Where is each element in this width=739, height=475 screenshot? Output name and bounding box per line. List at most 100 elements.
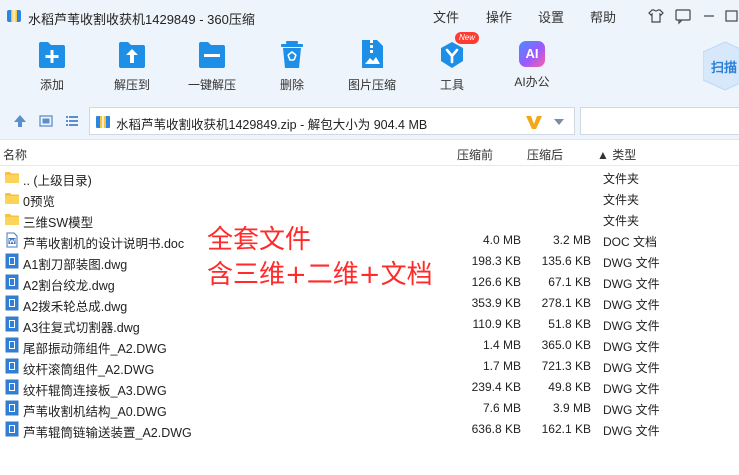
file-packed-size: 135.6 KB [541,254,591,268]
file-name: A1割刀部装图.dwg [23,258,128,272]
file-name: A3往复式切割器.dwg [23,321,140,335]
dwg-file-icon [5,274,19,290]
header-divider [0,165,739,166]
file-packed-size: 67.1 KB [548,275,591,289]
file-packed-size: 278.1 KB [541,296,591,310]
file-size: 239.4 KB [471,380,521,394]
ai-office-label: AI办公 [514,75,550,89]
file-type: 文件夹 [603,172,640,186]
file-row[interactable]: A3往复式切割器.dwg 110.9 KB 51.8 KB DWG 文件 [0,314,739,335]
main-toolbar: 添加 解压到 一键解压 删除 图片压缩 工具 New AI AI办公 扫描 [0,32,739,102]
file-row[interactable]: 纹杆滚筒组件_A2.DWG 1.7 MB 721.3 KB DWG 文件 [0,356,739,377]
file-row[interactable]: .. (上级目录) 文件夹 [0,167,739,188]
column-header-size[interactable]: 压缩前 [457,146,493,163]
file-type: DWG 文件 [603,361,660,375]
app-logo-icon [7,10,21,22]
file-size: 110.9 KB [472,317,521,331]
dwg-file-icon [5,337,19,353]
file-name: 芦苇收割机结构_A0.DWG [23,405,167,419]
file-name: A2拨禾轮总成.dwg [23,300,128,314]
overlay-line-1: 全套文件 [207,225,312,255]
file-row[interactable]: 0预览 文件夹 [0,188,739,209]
one-click-extract-label: 一键解压 [187,78,236,92]
file-name: 三维SW模型 [23,216,94,230]
file-size: 198.3 KB [471,254,521,268]
chevron-down-icon[interactable] [553,118,565,126]
minimize-icon[interactable] [699,6,719,26]
file-size: 126.6 KB [471,275,521,289]
menu-settings[interactable]: 设置 [538,7,564,26]
v-logo-icon[interactable] [523,111,545,133]
file-type: DWG 文件 [603,298,660,312]
list-view-icon[interactable] [64,113,80,129]
file-packed-size: 721.3 KB [541,359,591,373]
file-packed-size: 365.0 KB [541,338,591,352]
file-type: DWG 文件 [603,256,660,270]
delete-label: 删除 [279,78,304,92]
file-size: 636.8 KB [471,422,521,436]
window-title: 水稻芦苇收割收获机1429849 - 360压缩 [28,12,255,27]
file-packed-size: 162.1 KB [541,422,591,436]
dwg-file-icon [5,295,19,311]
folder-icon [5,193,19,204]
add-label: 添加 [39,78,64,92]
file-name: .. (上级目录) [23,174,92,188]
one-click-extract-button[interactable]: 一键解压 [182,38,242,93]
file-type: 文件夹 [603,214,640,228]
extract-to-label: 解压到 [113,78,150,92]
maximize-icon[interactable] [722,6,739,26]
dwg-file-icon [5,358,19,374]
dwg-file-icon [5,400,19,416]
file-type: DWG 文件 [603,424,660,438]
menu-operate[interactable]: 操作 [486,7,512,26]
column-header-name[interactable]: 名称 [3,146,27,163]
search-input[interactable] [580,107,739,135]
add-button[interactable]: 添加 [22,38,82,93]
up-arrow-icon[interactable] [12,113,28,129]
file-name: A2割台绞龙.dwg [23,279,115,293]
one-click-extract-icon [199,42,225,68]
file-row[interactable]: 纹杆辊筒连接板_A3.DWG 239.4 KB 49.8 KB DWG 文件 [0,377,739,398]
dwg-file-icon [5,421,19,437]
dwg-file-icon [5,253,19,269]
file-type: DOC 文档 [603,235,658,249]
ai-office-button[interactable]: AI AI办公 [502,38,562,90]
ai-office-icon: AI [519,41,545,67]
file-packed-size: 49.8 KB [548,380,591,394]
file-row[interactable]: A2拨禾轮总成.dwg 353.9 KB 278.1 KB DWG 文件 [0,293,739,314]
extract-to-button[interactable]: 解压到 [102,38,162,93]
thumbnail-view-icon[interactable] [38,113,54,129]
menu-help[interactable]: 帮助 [590,7,616,26]
file-name: 0预览 [23,195,55,209]
file-packed-size: 3.9 MB [552,401,591,415]
scan-button[interactable]: 扫描 [703,40,739,92]
file-name: 芦苇辊筒链输送装置_A2.DWG [23,426,192,440]
file-size: 1.4 MB [482,338,521,352]
menu-file[interactable]: 文件 [433,7,459,26]
shirt-icon[interactable] [646,6,666,26]
image-compress-button[interactable]: 图片压缩 [342,38,402,93]
file-type: DWG 文件 [603,319,660,333]
file-type: DWG 文件 [603,382,660,396]
delete-button[interactable]: 删除 [262,38,322,93]
tools-button[interactable]: 工具 New [422,32,482,93]
file-size: 7.6 MB [482,401,521,415]
file-row[interactable]: 三维SW模型 文件夹 [0,209,739,230]
file-name: 纹杆滚筒组件_A2.DWG [23,363,155,377]
extract-to-icon [119,42,145,68]
file-name: 纹杆辊筒连接板_A3.DWG [23,384,167,398]
file-row[interactable]: 芦苇辊筒链输送装置_A2.DWG 636.8 KB 162.1 KB DWG 文件 [0,419,739,440]
overlay-line-2: 含三维+二维+文档 [207,260,433,290]
file-row[interactable]: 芦苇收割机的设计说明书.doc 4.0 MB 3.2 MB DOC 文档 [0,230,739,251]
trash-icon [281,41,303,68]
column-header-packed[interactable]: 压缩后 [527,146,563,163]
file-type: DWG 文件 [603,277,660,291]
archive-path-text: 水稻芦苇收割收获机1429849.zip - 解包大小为 904.4 MB [116,118,428,132]
feedback-icon[interactable] [673,6,693,26]
title-bar: 水稻芦苇收割收获机1429849 - 360压缩 文件 操作 设置 帮助 [0,0,739,32]
path-field[interactable]: 水稻芦苇收割收获机1429849.zip - 解包大小为 904.4 MB [89,107,575,135]
column-header-type[interactable]: ▲ 类型 [597,146,636,163]
file-row[interactable]: 芦苇收割机结构_A0.DWG 7.6 MB 3.9 MB DWG 文件 [0,398,739,419]
file-row[interactable]: 尾部振动筛组件_A2.DWG 1.4 MB 365.0 KB DWG 文件 [0,335,739,356]
ai-glyph: AI [525,46,539,61]
